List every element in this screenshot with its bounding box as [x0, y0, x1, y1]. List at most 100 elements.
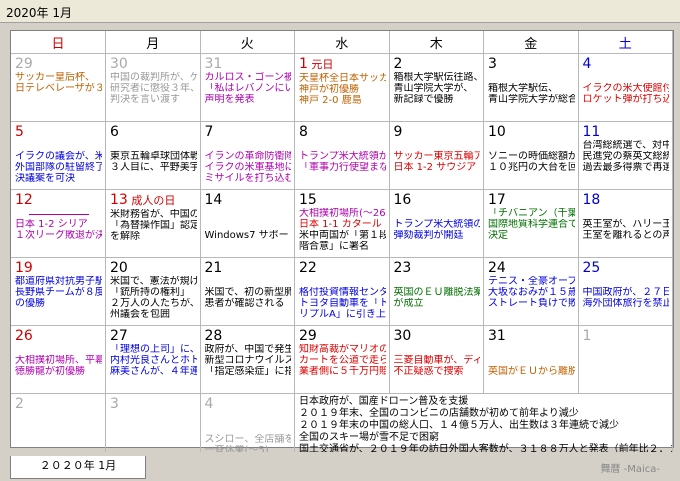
day-number: 2 [15, 396, 24, 412]
day-cell[interactable]: 25 中国政府が、２７日 海外団体旅行を禁止 [578, 257, 673, 326]
day-cell[interactable]: 14 Windows7 サポート終 [200, 189, 295, 258]
event-text: カルロス・ゴーン被 [204, 72, 292, 83]
day-cell[interactable]: 30 中国の裁判所が、ゲ 研究者に懲役３年、 判決を言い渡す [105, 53, 201, 122]
day-cell[interactable]: 19 都道府県対抗男子駅 長野県チームが８度 の優勝 [11, 257, 106, 326]
day-cell[interactable]: 2 箱根大学駅伝往路、 青山学院大学が、 新記録で優勝 [389, 53, 484, 122]
event-text: 「理想の上司」に、 [110, 344, 197, 355]
day-number: 13 成人の日 [110, 192, 176, 208]
day-cell[interactable]: 30 三菱自動車が、ディ 不正疑惑で捜索 [389, 325, 484, 394]
day-cell[interactable]: 11 台湾総統選で、対中 民進党の蔡英文総統 過去最多得票で再選 [578, 121, 673, 190]
day-cell[interactable]: 6 東京五輪卓球団体戦 ３人目に、平野美宇 [105, 121, 201, 190]
event-text [394, 344, 481, 355]
day-number: 6 [110, 124, 119, 140]
event-text: 箱根大学駅伝往路、 [393, 72, 481, 83]
day-cell[interactable]: 7 イランの革命防衛隊 イラクの米軍基地に ミサイルを打ち込む [200, 121, 295, 190]
day-cell[interactable]: 9 サッカー東京五輪ア 日本 1-2 サウジア [389, 121, 484, 190]
event-text [205, 276, 292, 287]
day-number: 14 [204, 192, 223, 208]
event-text: 中国政府が、２７日 [582, 287, 670, 298]
day-cell[interactable]: 20 米国で、憲法が規げ 「銃所持の権利」 ２万人の人たちが、 州議会を包囲 [105, 257, 201, 326]
day-cell[interactable]: 8 トランプ米大統領が 「軍事力行使望まな [294, 121, 390, 190]
weekday-header: 火 [200, 31, 295, 54]
calendar-week: 12 日本 1-2 シリア １次リーグ敗退が決 13 成人の日 米財務省が、中国の 「為… [11, 189, 673, 258]
day-cell[interactable]: 29 知財高裁がマリオの カートを公道で走ら 業者側に５千万円賠 [294, 325, 390, 394]
event-text: の優勝 [15, 298, 45, 309]
day-number: 3 [488, 56, 497, 72]
event-text: 三菱自動車が、ディ [393, 355, 481, 366]
day-cell[interactable]: 26 大相撲初場所、平幕 徳勝龍が初優勝 [11, 325, 106, 394]
day-number: 12 [15, 192, 33, 208]
day-cell[interactable]: 28 政府が、中国で発生 新型コロナウイルス 「指定感染症」に指 [200, 325, 295, 394]
day-number: 18 [582, 192, 601, 208]
event-text: 東京五輪卓球団体戦 [110, 151, 197, 162]
event-text: イラクの米軍基地に [204, 162, 292, 173]
day-number: 17 [488, 192, 506, 208]
day-cell[interactable]: 23 英国のＥＵ離脱法案 が成立 [389, 257, 484, 326]
month-calendar: 日月火水木金土 29 サッカー皇后杯、 日テレベレーザが３ 30 中国の裁判所が、ゲ 研究… [10, 30, 674, 463]
day-cell[interactable]: 1 [578, 325, 673, 394]
day-cell[interactable]: 29 サッカー皇后杯、 日テレベレーザが３ [11, 53, 106, 122]
event-text: 判決を言い渡す [110, 94, 180, 105]
event-text: 外国部隊の駐留終了 [15, 162, 102, 173]
note-line: ２０１９年末、全国のコンビニの店舗数が初めて前年より減少 [299, 408, 579, 419]
event-text: 大坂なおみが１５歳 [488, 287, 575, 298]
event-text: 決議案を可決 [15, 173, 75, 184]
event-text: トランプ米大統領が [299, 151, 386, 162]
note-line: 日本政府が、国産ドローン普及を支援 [299, 396, 469, 407]
event-text: 米財務省が、中国の [110, 209, 197, 220]
day-cell[interactable]: 4 イラクの米大使館付 ロケット弾が打ち込 [578, 53, 673, 122]
day-cell[interactable]: 12 日本 1-2 シリア １次リーグ敗退が決 [11, 189, 106, 258]
event-text: 声明を発表 [204, 94, 255, 105]
day-cell[interactable]: 17 「チバニアン（千葉 国際地質科学連合で 決定 [483, 189, 579, 258]
event-text: 階合意」に署名 [299, 241, 369, 252]
day-cell[interactable]: 16 トランプ米大統領の 弾劾裁判が開廷 [389, 189, 484, 258]
event-text [110, 140, 197, 151]
event-text [205, 412, 292, 423]
event-text: 患者が確認される [204, 298, 285, 309]
event-text: 海外団体旅行を禁止 [582, 298, 670, 309]
event-text: 日本 1-1 カタール [299, 219, 382, 230]
event-text: ストレート負けで敗 [488, 298, 575, 309]
day-cell[interactable]: 1 元日 天皇杯全日本サッカ 神戸が初優勝 神戸 2-0 鹿島 [294, 53, 390, 122]
day-number: 1 元日 [299, 56, 334, 72]
day-cell[interactable]: 13 成人の日 米財務省が、中国の 「為替操作国」認定 を解除 [105, 189, 201, 258]
day-cell[interactable]: 18 英王室が、ハリー王 王室を離れるとの声 [578, 189, 673, 258]
event-text: １０兆円の大台を回 [488, 162, 575, 173]
day-cell[interactable]: 10 ソニーの時価総額が １０兆円の大台を回 [483, 121, 579, 190]
event-text: 都道府県対抗男子駅 [15, 276, 102, 287]
event-text: 日テレベレーザが３ [15, 83, 102, 94]
event-text: 中国の裁判所が、ゲ [110, 72, 197, 83]
day-cell[interactable]: 15 大相撲初場所(～26) 日本 1-1 カタール 米中両国が「第１段 階合意」に署名 [294, 189, 390, 258]
day-cell[interactable]: 22 格付投資情報センタ トヨタ自動車を「ト リプルA」に引き上 [294, 257, 390, 326]
day-number: 1 [582, 328, 592, 344]
event-text [488, 72, 575, 83]
event-text: 徳勝龍が初優勝 [15, 366, 85, 377]
window-title: 2020年 1月 [6, 6, 72, 20]
event-text [205, 423, 292, 434]
day-cell[interactable]: 24 テニス・全豪オープ 大坂なおみが１５歳 ストレート負けで敗 [483, 257, 579, 326]
event-text: 「チバニアン（千葉 [488, 208, 575, 219]
event-text [583, 276, 670, 287]
event-text: 新記録で優勝 [393, 94, 454, 105]
day-number: 16 [393, 192, 412, 208]
month-tab[interactable]: ２０２０年 1月 [10, 456, 146, 479]
event-text: 研究者に懲役３年、 [110, 83, 197, 94]
event-text [488, 140, 575, 151]
event-text: ミサイルを打ち込む [204, 173, 292, 184]
event-text: 「為替操作国」認定 [110, 220, 197, 231]
event-text: 国際地質科学連合で [488, 219, 575, 230]
day-cell[interactable]: 5 イラクの議会が、米 外国部隊の駐留終了 決議案を可決 [11, 121, 106, 190]
event-text: Windows7 サポート終 [204, 230, 292, 241]
day-number: 10 [488, 124, 506, 140]
day-number: 23 [393, 260, 412, 276]
day-cell[interactable]: 31 カルロス・ゴーン被 「私はレバノンにい 声明を発表 [200, 53, 295, 122]
day-number: 5 [15, 124, 24, 140]
day-cell[interactable]: 31 英国がＥＵから離脱 [483, 325, 579, 394]
day-cell[interactable]: 3 箱根大学駅伝、 青山学院大学が総合 [483, 53, 579, 122]
event-text: 英国のＥＵ離脱法案 [393, 287, 481, 298]
calendar-window: 2020年 1月 日月火水木金土 29 サッカー皇后杯、 日テレベレーザが３ 30 中国… [0, 0, 680, 481]
event-text [205, 208, 292, 219]
day-cell[interactable]: 21 米国で、初の新型肺 患者が確認される [200, 257, 295, 326]
day-cell[interactable]: 27 「理想の上司」に、 内村光良さんとホト 麻美さんが、４年連 [105, 325, 201, 394]
event-text [15, 344, 102, 355]
